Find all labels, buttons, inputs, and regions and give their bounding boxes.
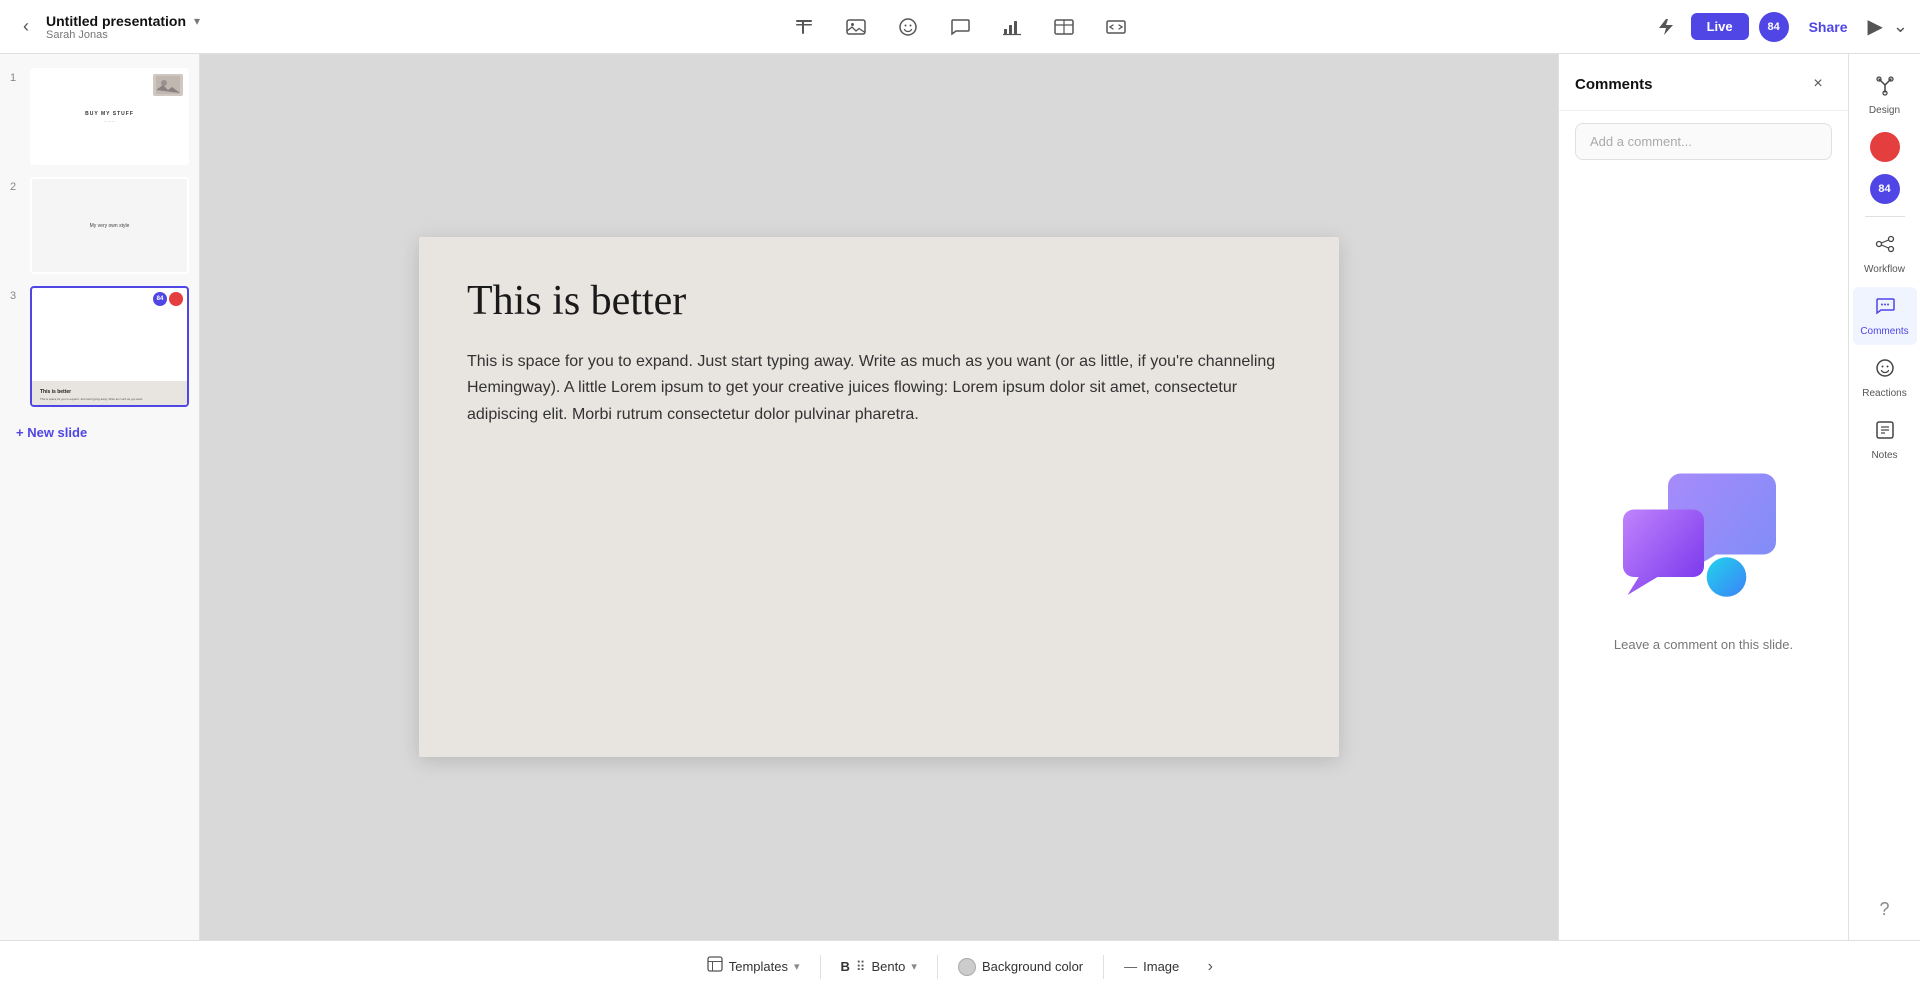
design-icon [1874, 74, 1896, 102]
slide-number-2: 2 [10, 181, 24, 193]
user-avatar[interactable]: 84 [1759, 12, 1789, 42]
more-button[interactable]: ⌄ [1893, 16, 1908, 37]
reactions-icon [1874, 357, 1896, 385]
close-comments-button[interactable]: × [1804, 70, 1832, 98]
slide-item-3[interactable]: 3 This is better This is space for you t… [8, 284, 191, 409]
bento-dot: ⠿ [856, 959, 866, 975]
help-sidebar-btn[interactable]: ? [1853, 891, 1917, 928]
background-color-label: Background color [982, 959, 1083, 974]
new-slide-button[interactable]: + New slide [8, 417, 191, 448]
topbar-right: Live 84 Share ▶ ⌄ [1608, 11, 1908, 43]
slide-title[interactable]: This is better [467, 277, 1291, 325]
design-label: Design [1869, 105, 1900, 116]
comments-sidebar-btn[interactable]: Comments [1853, 287, 1917, 345]
bento-caret: ▾ [911, 960, 917, 973]
slide-thumb-content-1: BUY MY STUFF — — — [32, 70, 187, 163]
slide-number-1: 1 [10, 72, 24, 84]
badge-red [169, 292, 183, 306]
chart-insert-icon[interactable] [996, 11, 1028, 43]
templates-caret: ▾ [794, 960, 800, 973]
templates-icon [707, 956, 723, 977]
lightning-button[interactable] [1649, 11, 1681, 43]
reactions-label: Reactions [1862, 388, 1906, 399]
notes-label: Notes [1871, 450, 1897, 461]
separator-3 [1103, 955, 1104, 979]
background-color-button[interactable]: Background color [946, 952, 1095, 982]
slide-item-2[interactable]: 2 My very own style [8, 175, 191, 276]
embed-insert-icon[interactable] [1100, 11, 1132, 43]
presentation-user: Sarah Jonas [46, 29, 200, 41]
live-button[interactable]: Live [1691, 13, 1749, 40]
comments-title: Comments [1575, 76, 1653, 93]
slide-number-3: 3 [10, 290, 24, 302]
share-button[interactable]: Share [1799, 13, 1858, 41]
presentation-title: Untitled presentation [46, 13, 186, 29]
topbar: ‹ Untitled presentation ▾ Sarah Jonas [0, 0, 1920, 54]
badge-user-84: 84 [153, 292, 167, 306]
slide-thumb-3[interactable]: This is better This is space for you to … [30, 286, 189, 407]
sidebar-divider-1 [1865, 216, 1905, 217]
bento-button[interactable]: B ⠿ Bento ▾ [829, 953, 929, 981]
table-insert-icon[interactable] [1048, 11, 1080, 43]
topbar-center [320, 11, 1600, 43]
notes-sidebar-btn[interactable]: Notes [1853, 411, 1917, 469]
back-button[interactable]: ‹ [12, 13, 40, 41]
workflow-sidebar-btn[interactable]: Workflow [1853, 225, 1917, 283]
help-icon: ? [1879, 899, 1889, 920]
comment-insert-icon[interactable] [944, 11, 976, 43]
separator-1 [820, 955, 821, 979]
slide-item-1[interactable]: 1 BUY MY STUFF — — — [8, 66, 191, 167]
comments-sidebar-label: Comments [1860, 326, 1908, 337]
title-block: Untitled presentation ▾ Sarah Jonas [46, 13, 200, 41]
canvas-area[interactable]: This is better This is space for you to … [200, 54, 1558, 940]
bento-bold-b: B [841, 959, 850, 974]
slide-thumb-1[interactable]: BUY MY STUFF — — — [30, 68, 189, 165]
image-button[interactable]: — Image [1112, 953, 1191, 980]
topbar-left: ‹ Untitled presentation ▾ Sarah Jonas [12, 13, 312, 41]
background-color-swatch [958, 958, 976, 976]
play-button[interactable]: ▶ [1868, 14, 1883, 39]
right-sidebar: Design 84 Workflow Comments Reactions [1848, 54, 1920, 940]
comments-empty-text: Leave a comment on this slide. [1614, 637, 1793, 652]
comments-empty-state: Leave a comment on this slide. [1559, 172, 1848, 940]
notes-icon [1874, 419, 1896, 447]
image-line-icon: — [1124, 959, 1137, 974]
emoji-insert-icon[interactable] [892, 11, 924, 43]
slide-body[interactable]: This is space for you to expand. Just st… [467, 349, 1287, 428]
bottom-bar: Templates ▾ B ⠿ Bento ▾ Background color… [0, 940, 1920, 992]
main-area: 1 BUY MY STUFF — — — 2 [0, 54, 1920, 940]
workflow-label: Workflow [1864, 264, 1905, 275]
slide-thumb-content-3: This is better This is space for you to … [32, 381, 187, 405]
design-sidebar-btn[interactable]: Design [1853, 66, 1917, 124]
comment-placeholder: Add a comment... [1590, 134, 1692, 149]
title-caret[interactable]: ▾ [194, 14, 200, 28]
comments-sidebar-icon [1874, 295, 1896, 323]
workflow-icon [1874, 233, 1896, 261]
comments-header: Comments × [1559, 54, 1848, 111]
sidebar-avatar-red[interactable] [1870, 132, 1900, 162]
templates-label: Templates [729, 959, 788, 974]
thumb1-image [153, 74, 183, 96]
slide-panel: 1 BUY MY STUFF — — — 2 [0, 54, 200, 940]
slide-3-badges: 84 [153, 292, 183, 306]
image-insert-icon[interactable] [840, 11, 872, 43]
templates-button[interactable]: Templates ▾ [695, 950, 812, 983]
comment-illustration [1614, 461, 1794, 621]
reactions-sidebar-btn[interactable]: Reactions [1853, 349, 1917, 407]
expand-button[interactable]: › [1195, 952, 1225, 982]
comments-panel: Comments × Add a comment... [1558, 54, 1848, 940]
comment-input[interactable]: Add a comment... [1575, 123, 1832, 160]
text-insert-icon[interactable] [788, 11, 820, 43]
slide-canvas[interactable]: This is better This is space for you to … [419, 237, 1339, 757]
slide-thumb-2[interactable]: My very own style [30, 177, 189, 274]
separator-2 [937, 955, 938, 979]
sidebar-avatar-blue[interactable]: 84 [1870, 174, 1900, 204]
image-label: Image [1143, 959, 1179, 974]
bento-label: Bento [871, 959, 905, 974]
slide-thumb-content-2: My very own style [32, 179, 187, 272]
